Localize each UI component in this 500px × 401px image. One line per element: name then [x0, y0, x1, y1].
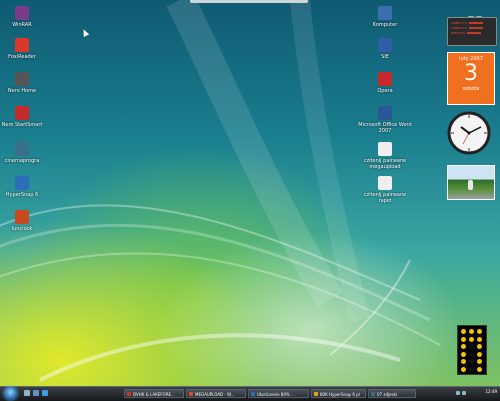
dot-matrix-gadget[interactable]	[457, 325, 487, 375]
desktop-icon-label: cinemaprogra	[4, 158, 40, 164]
desktop-icon[interactable]: Microsoft Office Word 2007	[358, 106, 412, 134]
wallpaper-swoosh	[0, 0, 441, 382]
desktop-icon[interactable]: FoxiReader	[0, 38, 49, 60]
cpu-row-label: RAM 48%	[451, 31, 466, 35]
desktop-icon[interactable]: czitenij pairwarw megaupload	[358, 142, 412, 170]
taskbar-button-label: Ukoliczenie 80% ...	[257, 392, 295, 397]
dot-cell	[477, 329, 482, 334]
desktop-icon-label: Microsoft Office Word 2007	[358, 122, 412, 134]
system-tray: 12:49	[454, 388, 500, 399]
dot-cell	[461, 344, 466, 349]
desktop-icon[interactable]: Nero StartSmart	[0, 106, 49, 128]
winrar-icon	[15, 6, 29, 20]
desktop-icon-label: czitenij pairwarw rapid	[363, 192, 407, 204]
desktop-icon-label: Komputer	[372, 22, 398, 28]
hypersnap-icon	[15, 176, 29, 190]
dot-cell	[477, 344, 482, 349]
gadget-toolbar[interactable]	[466, 5, 496, 20]
calendar-day: 3	[464, 61, 478, 86]
desktop-icon[interactable]: lunclock	[0, 210, 49, 232]
ie-icon[interactable]	[42, 390, 48, 396]
network-icon[interactable]	[456, 391, 460, 395]
clock-gadget[interactable]	[447, 111, 491, 155]
dot-cell	[469, 336, 474, 342]
window-icon	[251, 392, 255, 396]
taskbar-button[interactable]: 07 zdjeski	[368, 389, 416, 398]
desktop-icon-label: FoxiReader	[8, 54, 36, 60]
desktop-icon[interactable]: Opera	[358, 72, 412, 94]
foxit-reader-icon	[15, 38, 29, 52]
taskbar-button-label: 80K HyperSnap 6 pl	[320, 392, 360, 397]
desktop-icon-label: czitenij pairwarw megaupload	[363, 158, 407, 170]
desktop-icon[interactable]: Komputer	[358, 6, 412, 28]
switch-windows-icon[interactable]	[33, 390, 39, 396]
desktop-icon-label: lunclock	[11, 226, 33, 232]
dot-cell	[461, 329, 466, 334]
desktop-icon-label: Nero Home	[7, 88, 37, 94]
cpu-row-label: CORE2 0%	[451, 26, 468, 30]
window-icon	[127, 392, 131, 396]
dot-cell	[461, 359, 466, 364]
opera-icon	[378, 72, 392, 86]
desktop-icon[interactable]: WinRAR	[0, 6, 49, 28]
top-edge-bar	[190, 0, 308, 3]
desktop-icon-label: Nero StartSmart	[1, 122, 43, 128]
desktop-icon[interactable]: cinemaprogra	[0, 142, 49, 164]
dot-cell	[469, 366, 474, 372]
dot-cell	[461, 336, 466, 342]
cpu-row-label: CORE1 7%	[451, 21, 468, 25]
dot-cell	[469, 351, 474, 357]
taskbar-button[interactable]: 80K HyperSnap 6 pl	[311, 389, 366, 398]
lunclock-icon	[15, 210, 29, 224]
dot-cell	[469, 344, 474, 349]
window-icon	[314, 392, 318, 396]
photo-slideshow-icon[interactable]	[447, 165, 495, 200]
calendar-weekday: sobota	[462, 86, 480, 92]
nero-startsmart-icon	[15, 106, 29, 120]
document-icon	[378, 142, 392, 156]
taskbar-button[interactable]: Ukoliczenie 80% ...	[248, 389, 309, 398]
dot-cell	[469, 359, 474, 364]
dot-cell	[469, 329, 474, 334]
dot-cell	[477, 359, 482, 364]
calendar-gadget[interactable]: luty 2007 3 sobota	[447, 52, 495, 105]
start-button[interactable]	[4, 387, 17, 400]
dot-cell	[461, 366, 466, 372]
desktop-icon-label: SIE	[381, 54, 389, 60]
volume-icon[interactable]	[462, 391, 466, 395]
desktop-icon-label: HyperSnap 6	[5, 192, 39, 198]
desktop-icon[interactable]: SIE	[358, 38, 412, 60]
desktop: WinRAR FoxiReader Nero Home Nero StartSmart…	[0, 0, 500, 386]
desktop-icon[interactable]: Nero Home	[0, 72, 49, 94]
taskbar-button[interactable]: MEGAUPLOAD - W...	[186, 389, 246, 398]
nero-home-icon	[15, 72, 29, 86]
taskbar-button-label: DVHK & LAKEFORE...	[133, 392, 175, 397]
dot-cell	[477, 336, 482, 342]
taskbar-button-label: MEGAUPLOAD - W...	[195, 392, 235, 397]
desktop-icon[interactable]: HyperSnap 6	[0, 176, 49, 198]
desktop-icon-label: WinRAR	[12, 22, 32, 28]
word-icon	[378, 106, 392, 120]
dot-cell	[477, 366, 482, 372]
window-icon	[371, 392, 375, 396]
desktop-icon-label: Opera	[377, 88, 393, 94]
tray-clock[interactable]: 12:49	[485, 389, 497, 394]
taskbar-button-label: 07 zdjeski	[377, 392, 398, 397]
dot-cell	[477, 351, 482, 357]
cpu-meter-gadget[interactable]: CORE1 7% CORE2 0% RAM 48%	[447, 17, 497, 46]
document-icon	[378, 176, 392, 190]
shortcut-icon	[15, 142, 29, 156]
desktop-icon[interactable]: czitenij pairwarw rapid	[358, 176, 412, 204]
show-desktop-icon[interactable]	[24, 390, 30, 396]
cpu-row: RAM 48%	[448, 31, 496, 36]
taskbar-button[interactable]: DVHK & LAKEFORE...	[124, 389, 184, 398]
computer-icon	[378, 6, 392, 20]
dot-cell	[461, 351, 466, 357]
sie-icon	[378, 38, 392, 52]
window-icon	[189, 392, 193, 396]
